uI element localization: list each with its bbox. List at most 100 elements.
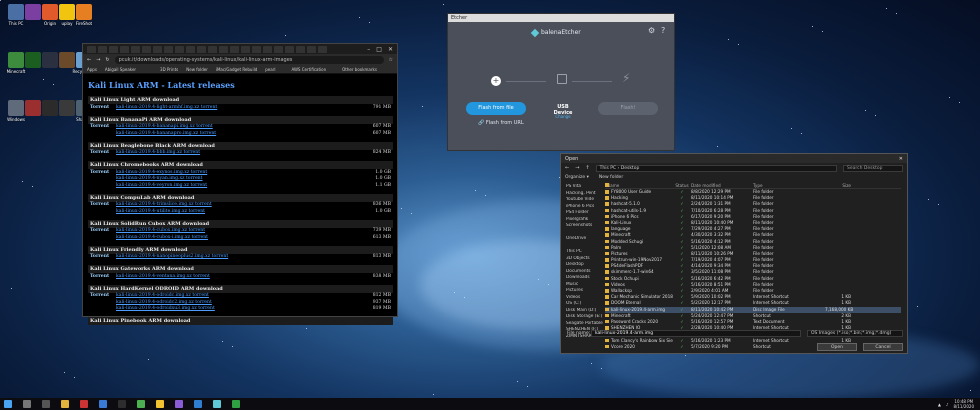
download-link[interactable]: kali-linux-2019.4-cubox-i.img.xz torrent (116, 235, 353, 240)
page-content: Kali Linux ARM - Latest releases Kali Li… (83, 74, 397, 325)
star-icon[interactable]: ☆ (389, 57, 393, 63)
back-icon[interactable]: ← (87, 57, 91, 63)
file-size: 1.0 GB (375, 208, 391, 214)
maximize-icon[interactable]: □ (376, 46, 382, 53)
change-link[interactable]: Change (548, 114, 578, 119)
download-section: Kali Linux Friendly ARM download Torrent k… (88, 245, 393, 261)
minimize-icon[interactable]: – (367, 46, 370, 53)
download-link[interactable]: kali-linux-2019.4-odroidc.img.xz torrent (116, 293, 353, 298)
settings-icon[interactable]: ⚙ (648, 26, 655, 35)
column-type[interactable]: Type (753, 182, 825, 188)
download-link[interactable]: kali-linux-2019.4-trimslice.img.xz torre… (116, 202, 353, 207)
flash-from-url-link[interactable]: 🔗 Flash from URL (478, 120, 524, 126)
section-heading: Kali Linux HardKernel ODROID ARM downloa… (88, 284, 393, 293)
bookmark[interactable]: 3D Prints (160, 67, 178, 72)
navigation-pane: PS Vita Hacking, Pent Youtube Vide iPhone 6… (563, 184, 603, 339)
filename-input[interactable]: kali-linux-2019.4-arm.img (591, 330, 801, 337)
column-date[interactable]: Date modified (691, 182, 753, 188)
download-link[interactable]: kali-linux-2019.4-bananapi.img.xz torren… (116, 124, 353, 129)
open-file-dialog: Open ✕ ← → ↑ This PC › Desktop Search Des… (560, 153, 908, 354)
download-link[interactable]: kali-linux-2019.4-veyron.img.xz torrent (116, 183, 353, 188)
app-icon[interactable] (232, 400, 240, 408)
file-size: 824 MB (372, 150, 391, 156)
download-link[interactable]: kali-linux-2019.4-utilite.img.xz torrent (116, 209, 353, 214)
app-icon[interactable] (175, 400, 183, 408)
chrome-icon[interactable] (156, 400, 164, 408)
windows-start-icon[interactable] (4, 400, 12, 408)
download-row: Torrent kali-linux-2019.4-bbb.img.xz torr… (88, 150, 393, 157)
download-link[interactable]: kali-linux-2019.4-nanopineoplus2.img.xz … (116, 254, 353, 259)
bookmark[interactable]: Other bookmarks (342, 67, 377, 72)
column-status[interactable]: Status (673, 182, 691, 188)
open-button[interactable]: Open (817, 343, 857, 351)
flash-from-file-button[interactable]: Flash from file (466, 102, 526, 115)
download-link[interactable]: kali-linux-2019.4-exynos.img.xz torrent (116, 170, 353, 175)
system-tray[interactable]: ▲ ♪ 10:48 PM 8/11/2020 (938, 399, 980, 409)
app-icon[interactable] (118, 400, 126, 408)
bookmark[interactable]: Apps (87, 67, 97, 72)
download-link[interactable]: kali-linux-2019.4-light-armhf.img.xz tor… (116, 105, 353, 110)
help-icon[interactable]: ? (661, 26, 665, 35)
new-folder-button[interactable]: New folder (599, 175, 623, 180)
bookmark[interactable]: Abigail Speaker (105, 67, 136, 72)
download-link[interactable]: kali-linux-2019.4-ventana.img.xz torrent (116, 274, 353, 279)
download-link[interactable]: kali-linux-2019.4-bbb.img.xz torrent (116, 150, 353, 155)
app-icon[interactable] (137, 400, 145, 408)
address-bar[interactable]: pcuk.it/downloads/operating-systems/kali… (114, 55, 384, 64)
app-icon[interactable] (99, 400, 107, 408)
back-icon[interactable]: ← (565, 165, 569, 171)
volume-icon[interactable]: ♪ (946, 402, 949, 407)
drive-icon (557, 74, 567, 84)
bookmark[interactable]: pearl (265, 67, 275, 72)
section-heading: Kali Linux BananaPi ARM download (88, 115, 393, 124)
close-icon[interactable]: ✕ (899, 156, 903, 162)
cancel-button[interactable]: Cancel (863, 343, 903, 351)
forward-icon[interactable]: → (575, 165, 579, 171)
file-size: 1.0 GB (375, 169, 391, 175)
download-section: Kali Linux Gateworks ARM download Torrent… (88, 265, 393, 280)
download-link[interactable]: kali-linux-2019.4-odroidc2.img.xz torren… (116, 300, 353, 305)
network-icon[interactable]: ▲ (938, 402, 941, 407)
reload-icon[interactable]: ↻ (105, 57, 109, 63)
file-size: 838 MB (372, 273, 391, 279)
close-icon[interactable]: ✕ (388, 46, 393, 53)
nav-pane-item[interactable]: Disk Storage (E:) (563, 314, 603, 321)
file-size: 1.1 GB (375, 182, 391, 188)
torrent-label: Torrent (90, 150, 110, 156)
organize-button[interactable]: Organize ▾ (565, 175, 589, 180)
download-row: Torrent kali-linux-2019.4-odroidc.img.xz … (88, 293, 393, 300)
bookmark[interactable]: New folder (186, 67, 208, 72)
bookmarks-bar: Apps Abigail Speaker 3D Prints New folder iM… (83, 65, 397, 74)
download-section: Kali Linux Beaglebone Black ARM download… (88, 141, 393, 157)
app-icon[interactable] (80, 400, 88, 408)
download-row: kali-linux-2019.4-utilite.img.xz torrent… (88, 208, 393, 215)
flash-button[interactable]: Flash! (598, 102, 658, 115)
up-icon[interactable]: ↑ (585, 165, 589, 171)
column-name[interactable]: Name (605, 182, 673, 188)
browser-tab-strip[interactable]: – □ ✕ (83, 44, 397, 54)
search-icon[interactable] (23, 400, 31, 408)
file-explorer-icon[interactable] (61, 400, 69, 408)
bookmark[interactable]: iMac/Gadget Rebuild (216, 67, 257, 72)
etcher-icon[interactable] (213, 400, 221, 408)
desktop-icon[interactable]: FireShot (72, 4, 96, 26)
task-view-icon[interactable] (42, 400, 50, 408)
column-size[interactable]: Size (825, 182, 855, 188)
app-icon[interactable] (194, 400, 202, 408)
section-heading: Kali Linux Pinebook ARM download (88, 317, 393, 325)
file-size: 613 MB (372, 234, 391, 240)
download-row: kali-linux-2019.4-veyron.img.xz torrent 1… (88, 182, 393, 189)
section-heading: Kali Linux Beaglebone Black ARM download (88, 141, 393, 150)
breadcrumb[interactable]: This PC › Desktop (595, 164, 837, 172)
search-input[interactable]: Search Desktop (843, 164, 903, 172)
file-size: 607 MB (372, 130, 391, 136)
bookmark[interactable]: AWS Certification (291, 67, 326, 72)
download-link[interactable]: kali-linux-2019.4-cubox.img.xz torrent (116, 228, 353, 233)
forward-icon[interactable]: → (96, 57, 100, 63)
torrent-label: Torrent (90, 293, 110, 299)
filetype-select[interactable]: OS Images (*.iso;*.bin;*.img;*.dmg) (807, 330, 903, 337)
download-link[interactable]: kali-linux-2019.4-bananapro.img.xz torre… (116, 131, 353, 136)
download-link[interactable]: kali-linux-2019.4-odroidxu3.img.xz torre… (116, 306, 353, 311)
download-link[interactable]: kali-linux-2019.4-nyan.img.xz torrent (116, 176, 353, 181)
download-row: Torrent kali-linux-2019.4-exynos.img.xz t… (88, 169, 393, 176)
